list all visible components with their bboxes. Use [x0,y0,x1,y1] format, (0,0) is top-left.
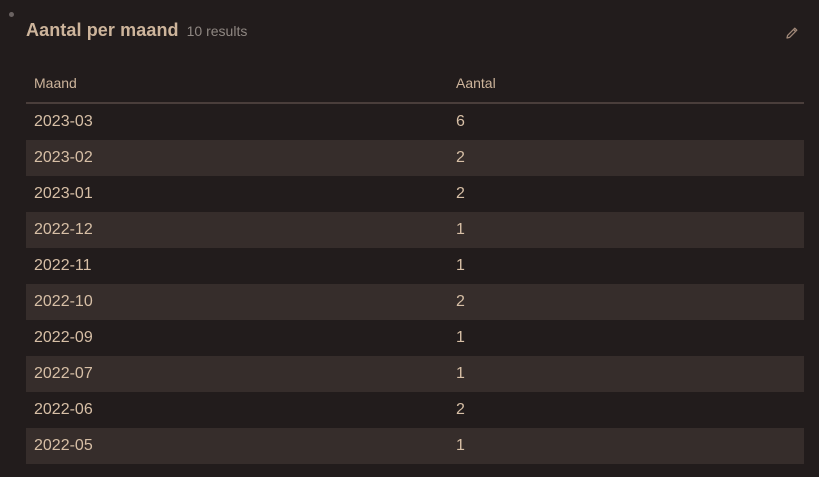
table-row: 2022-11 1 [26,248,804,284]
table-row: 2022-12 1 [26,212,804,248]
cell-maand: 2022-10 [34,293,93,310]
cell-aantal: 2 [456,185,465,202]
query-title: Aantal per maand [26,20,179,40]
results-table: Maand Aantal 2023-03 6 2023-02 2 2023-01 2 202… [26,64,804,464]
table-header: Maand Aantal [26,64,804,104]
cell-aantal: 6 [456,113,465,130]
cell-aantal: 2 [456,293,465,310]
table-row: 2022-06 2 [26,392,804,428]
query-header: Aantal per maand 10 results [26,20,247,46]
cell-aantal: 1 [456,221,465,238]
table-row: 2022-09 1 [26,320,804,356]
cell-maand: 2022-05 [34,437,93,454]
result-count: 10 results [186,23,248,39]
cell-maand: 2022-07 [34,365,93,382]
bullet-dot-icon [9,12,14,17]
cell-maand: 2022-12 [34,221,93,238]
cell-maand: 2023-02 [34,149,93,166]
table-row: 2023-03 6 [26,104,804,140]
cell-aantal: 2 [456,401,465,418]
page: Aantal per maand 10 results Maand Aantal… [0,0,819,477]
cell-maand: 2022-09 [34,329,93,346]
table-row: 2023-02 2 [26,140,804,176]
column-header-maand[interactable]: Maand [34,75,77,91]
table-row: 2022-05 1 [26,428,804,464]
cell-maand: 2023-01 [34,185,93,202]
table-body: 2023-03 6 2023-02 2 2023-01 2 2022-12 1 2022-11 1… [26,104,804,464]
cell-aantal: 2 [456,149,465,166]
cell-maand: 2023-03 [34,113,93,130]
cell-aantal: 1 [456,365,465,382]
table-row: 2022-10 2 [26,284,804,320]
table-row: 2023-01 2 [26,176,804,212]
cell-aantal: 1 [456,257,465,274]
cell-aantal: 1 [456,329,465,346]
cell-aantal: 1 [456,437,465,454]
cell-maand: 2022-06 [34,401,93,418]
edit-button[interactable] [783,24,801,42]
column-header-aantal[interactable]: Aantal [456,75,496,91]
table-row: 2022-07 1 [26,356,804,392]
cell-maand: 2022-11 [34,257,92,274]
pencil-icon [786,27,798,39]
